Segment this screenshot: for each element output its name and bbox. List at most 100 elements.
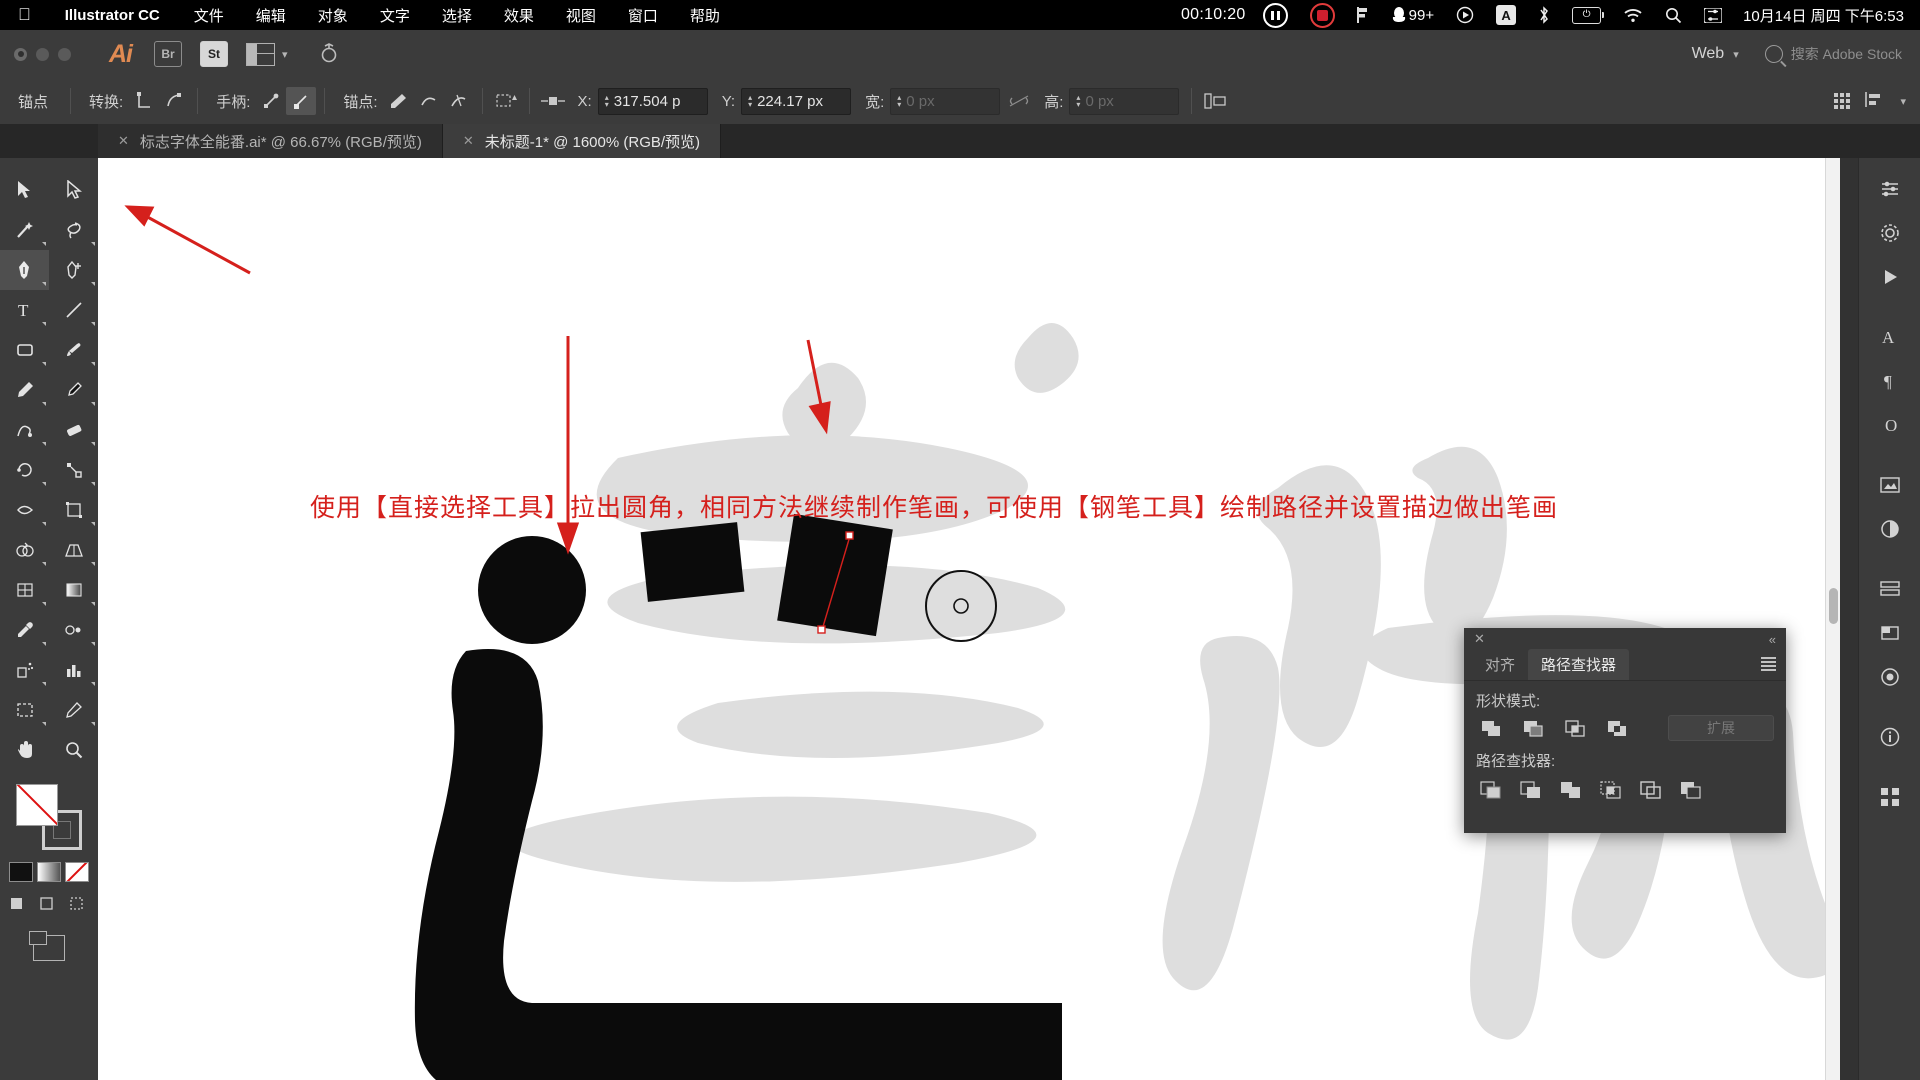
info-icon[interactable] [1867, 716, 1913, 758]
intersect-icon[interactable] [1560, 715, 1590, 741]
mesh-tool[interactable] [0, 570, 49, 610]
draw-normal-icon[interactable] [10, 896, 28, 917]
fill-swatch[interactable] [16, 784, 58, 826]
scrollbar-thumb[interactable] [1829, 588, 1838, 624]
free-transform-tool[interactable] [49, 490, 98, 530]
gradient-swatch-button[interactable] [37, 862, 61, 882]
paintbrush-tool[interactable] [49, 330, 98, 370]
spotlight-search-icon[interactable] [1654, 7, 1693, 24]
panel-menu-icon[interactable] [1761, 657, 1776, 671]
close-icon[interactable]: ✕ [118, 133, 129, 149]
color-guide-icon[interactable] [1867, 656, 1913, 698]
shape-builder-tool[interactable] [0, 530, 49, 570]
stock-button[interactable]: St [200, 41, 228, 67]
symbols-icon[interactable] [1867, 776, 1913, 818]
screen-mode-button[interactable] [29, 931, 65, 961]
rotate-tool[interactable] [0, 450, 49, 490]
minimize-window-button[interactable] [36, 47, 49, 61]
adobe-stock-search[interactable]: 搜索 Adobe Stock [1764, 44, 1902, 64]
maximize-window-button[interactable] [58, 47, 71, 61]
selection-tool[interactable] [0, 170, 49, 210]
align-options-icon[interactable] [1864, 91, 1886, 112]
shaper-tool[interactable] [0, 410, 49, 450]
connect-anchors-button[interactable] [414, 87, 444, 115]
menu-item-type[interactable]: 文字 [364, 5, 426, 26]
menu-item-window[interactable]: 窗口 [612, 5, 674, 26]
bluetooth-icon[interactable] [1527, 6, 1561, 24]
symbol-sprayer-tool[interactable] [0, 650, 49, 690]
input-source-icon[interactable]: A [1485, 5, 1527, 25]
menu-item-edit[interactable]: 编辑 [240, 5, 302, 26]
convert-to-smooth-button[interactable] [159, 87, 189, 115]
bridge-button[interactable]: Br [154, 41, 182, 67]
align-to-button[interactable] [538, 87, 568, 115]
convert-to-corner-button[interactable] [129, 87, 159, 115]
gradient-tool[interactable] [49, 570, 98, 610]
column-graph-tool[interactable] [49, 650, 98, 690]
transform-each-button[interactable] [491, 87, 521, 115]
swatches-icon[interactable] [1867, 612, 1913, 654]
merge-icon[interactable] [1556, 777, 1586, 803]
lasso-tool[interactable] [49, 210, 98, 250]
draw-behind-icon[interactable] [40, 896, 58, 917]
color-swatch-button[interactable] [9, 862, 33, 882]
sync-settings-icon[interactable] [316, 41, 342, 67]
zoom-tool[interactable] [49, 730, 98, 770]
tab-pathfinder[interactable]: 路径查找器 [1528, 649, 1630, 680]
chevron-down-icon[interactable]: ▾ [1900, 95, 1906, 108]
blend-tool[interactable] [49, 610, 98, 650]
close-icon[interactable]: ✕ [463, 133, 474, 149]
width-tool[interactable] [0, 490, 49, 530]
arrange-documents-button[interactable]: ▾ [246, 42, 288, 66]
qq-penguin-icon[interactable]: 99+ [1380, 6, 1445, 24]
flag-icon[interactable] [1346, 7, 1380, 23]
blob-brush-tool[interactable] [49, 370, 98, 410]
close-icon[interactable]: ✕ [1474, 631, 1485, 647]
stepper-icon[interactable]: ▴ ▾ [748, 94, 752, 109]
trim-icon[interactable] [1516, 777, 1546, 803]
tab-align[interactable]: 对齐 [1472, 649, 1528, 680]
battery-icon[interactable]: ⏻ [1561, 6, 1612, 24]
document-tab-2[interactable]: ✕ 未标题-1* @ 1600% (RGB/预览) [442, 124, 722, 158]
unite-icon[interactable] [1476, 715, 1506, 741]
glyphs-icon[interactable]: O [1867, 404, 1913, 446]
eyedropper-tool[interactable] [0, 610, 49, 650]
document-tab-1[interactable]: ✕ 标志字体全能番.ai* @ 66.67% (RGB/预览) [98, 124, 443, 158]
pen-tool[interactable] [0, 250, 49, 290]
menu-app-name[interactable]: Illustrator CC [47, 7, 178, 24]
paragraph-icon[interactable]: ¶ [1867, 360, 1913, 402]
hide-handles-button[interactable] [286, 87, 317, 115]
menu-item-object[interactable]: 对象 [302, 5, 364, 26]
layers-icon[interactable] [1867, 568, 1913, 610]
collapse-icon[interactable]: « [1769, 632, 1776, 647]
properties-icon[interactable] [1867, 168, 1913, 210]
menu-item-help[interactable]: 帮助 [674, 5, 736, 26]
exclude-icon[interactable] [1602, 715, 1632, 741]
hand-tool[interactable] [0, 730, 49, 770]
minus-back-icon[interactable] [1676, 777, 1706, 803]
stepper-icon[interactable]: ▴ ▾ [897, 94, 901, 109]
close-window-button[interactable] [14, 47, 27, 61]
divide-icon[interactable] [1476, 777, 1506, 803]
stepper-icon[interactable]: ▴ ▾ [605, 94, 609, 109]
perspective-grid-tool[interactable] [49, 530, 98, 570]
menu-bar-clock[interactable]: 10月14日 周四 下午6:53 [1733, 5, 1908, 26]
cut-path-button[interactable] [444, 87, 474, 115]
pause-icon[interactable] [1252, 2, 1299, 28]
crop-icon[interactable] [1596, 777, 1626, 803]
more-options-icon[interactable] [1834, 93, 1851, 109]
menu-item-select[interactable]: 选择 [426, 5, 488, 26]
gear-icon[interactable] [1867, 212, 1913, 254]
play-circle-icon[interactable] [1445, 6, 1485, 24]
eraser-tool[interactable] [49, 410, 98, 450]
height-input[interactable]: ▴ ▾ 0 px [1069, 87, 1180, 115]
stepper-icon[interactable]: ▴ ▾ [1076, 94, 1080, 109]
wifi-icon[interactable] [1612, 8, 1654, 23]
rectangle-tool[interactable] [0, 330, 49, 370]
menu-item-effect[interactable]: 效果 [488, 5, 550, 26]
remove-anchor-button[interactable] [384, 87, 414, 115]
add-anchor-point-tool[interactable] [49, 250, 98, 290]
slice-tool[interactable] [49, 690, 98, 730]
record-icon[interactable] [1299, 2, 1346, 28]
menu-item-file[interactable]: 文件 [178, 5, 240, 26]
